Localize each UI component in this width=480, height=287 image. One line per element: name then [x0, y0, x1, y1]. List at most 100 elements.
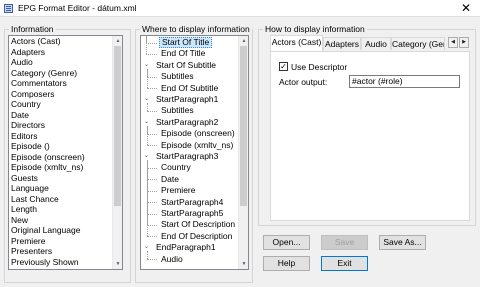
- actor-output-label: Actor output:: [279, 77, 328, 87]
- information-group-label: Information: [9, 24, 56, 34]
- tree-item[interactable]: End Of Title: [159, 48, 207, 59]
- list-item[interactable]: Language: [9, 183, 122, 194]
- list-item[interactable]: Editors: [9, 131, 122, 142]
- tree-item[interactable]: StartParagraph4: [159, 197, 225, 208]
- scroll-down-icon[interactable]: ▼: [113, 259, 122, 269]
- tab-actors-cast[interactable]: Actors (Cast): [270, 35, 323, 51]
- list-item[interactable]: Adapters: [9, 47, 122, 58]
- tree-item[interactable]: Subtitles: [159, 105, 196, 116]
- tree-connector: [147, 110, 157, 112]
- tree-connector: [147, 167, 157, 169]
- tree-item[interactable]: Start Of Title: [159, 37, 213, 48]
- tab-audio[interactable]: Audio: [361, 37, 391, 50]
- scroll-thumb[interactable]: [114, 46, 121, 206]
- app-icon: [4, 4, 13, 13]
- scroll-up-icon[interactable]: ▲: [239, 36, 248, 46]
- tree-item[interactable]: EndParagraph1: [154, 242, 218, 253]
- actors-tab-panel: ✓ Use Descriptor Actor output: #actor (#…: [270, 51, 470, 221]
- tree-connector: [146, 42, 157, 44]
- save-button[interactable]: Save: [321, 235, 368, 250]
- actor-output-field[interactable]: #actor (#role): [349, 75, 460, 88]
- tree-connector: [147, 190, 157, 192]
- list-item[interactable]: Presenters: [9, 246, 122, 257]
- tree-connector: [147, 145, 157, 147]
- exit-button[interactable]: Exit: [321, 256, 368, 271]
- list-item[interactable]: Original Language: [9, 225, 122, 236]
- list-item[interactable]: Category (Genre): [9, 68, 122, 79]
- list-item[interactable]: Date: [9, 110, 122, 121]
- open-button[interactable]: Open...: [263, 235, 310, 250]
- tree-item[interactable]: End Of Subtitle: [159, 83, 220, 94]
- list-item[interactable]: Last Chance: [9, 194, 122, 205]
- tree-connector: [147, 259, 157, 261]
- title-bar: EPG Format Editor - dátum.xml ✕: [0, 0, 480, 17]
- list-item[interactable]: Episode (xmltv_ns): [9, 162, 122, 173]
- tree-item[interactable]: Episode (onscreen): [159, 128, 237, 139]
- list-item[interactable]: Previously Shown: [9, 257, 122, 268]
- list-item[interactable]: Premiere: [9, 236, 122, 247]
- collapse-chevron-icon[interactable]: ⌄: [144, 62, 150, 68]
- tree-connector: [147, 224, 157, 226]
- use-descriptor-label[interactable]: Use Descriptor: [291, 62, 347, 72]
- tree-item[interactable]: Country: [159, 162, 193, 173]
- information-listbox[interactable]: Actors (Cast) Adapters Audio Category (Genr…: [8, 35, 123, 270]
- checkmark-icon: ✓: [280, 62, 287, 71]
- tab-category-genre[interactable]: Category (Genre): [391, 37, 445, 50]
- tree-item[interactable]: StartParagraph2: [154, 117, 220, 128]
- tree-item[interactable]: StartParagraph5: [159, 208, 225, 219]
- tab-scroll-right-icon[interactable]: ▶: [459, 37, 469, 48]
- collapse-chevron-icon[interactable]: ⌄: [144, 244, 150, 250]
- tree-item[interactable]: Subtitles: [159, 71, 196, 82]
- list-item[interactable]: Episode (): [9, 141, 122, 152]
- tree-connector: [147, 76, 157, 78]
- tree-connector: [147, 103, 148, 111]
- tree-item[interactable]: Episode (xmltv_ns): [159, 140, 235, 151]
- tree-item[interactable]: StartParagraph1: [154, 94, 220, 105]
- tree-item[interactable]: End Of Description: [159, 231, 234, 242]
- tree-connector: [147, 160, 148, 237]
- tree-connector: [146, 53, 157, 55]
- window-title: EPG Format Editor - dátum.xml: [18, 3, 137, 13]
- where-scrollbar[interactable]: ▲ ▼: [238, 36, 248, 269]
- tree-item[interactable]: Start Of Subtitle: [154, 60, 218, 71]
- list-item[interactable]: Guests: [9, 173, 122, 184]
- close-button[interactable]: ✕: [452, 0, 480, 17]
- tree-connector: [147, 179, 157, 181]
- scroll-down-icon[interactable]: ▼: [239, 259, 248, 269]
- tree-connector: [147, 88, 157, 90]
- tree-connector: [147, 213, 157, 215]
- collapse-chevron-icon[interactable]: ⌄: [144, 119, 150, 125]
- tree-item[interactable]: Date: [159, 174, 181, 185]
- tab-scroll-left-icon[interactable]: ◀: [448, 37, 458, 48]
- list-item[interactable]: Commentators: [9, 78, 122, 89]
- tree-connector: [146, 36, 147, 54]
- collapse-chevron-icon[interactable]: ⌄: [144, 153, 150, 159]
- tree-item[interactable]: StartParagraph3: [154, 151, 220, 162]
- tree-item[interactable]: Audio: [159, 254, 185, 265]
- information-scrollbar[interactable]: ▲ ▼: [112, 36, 122, 269]
- list-item[interactable]: Length: [9, 204, 122, 215]
- save-as-button[interactable]: Save As...: [379, 235, 426, 250]
- list-item[interactable]: Episode (onscreen): [9, 152, 122, 163]
- scroll-up-icon[interactable]: ▲: [113, 36, 122, 46]
- list-item[interactable]: Audio: [9, 57, 122, 68]
- where-treeview[interactable]: Start Of Title End Of Title ⌄ Start Of Subt…: [140, 35, 249, 270]
- scroll-thumb[interactable]: [240, 46, 247, 206]
- list-item[interactable]: Country: [9, 99, 122, 110]
- collapse-chevron-icon[interactable]: ⌄: [144, 96, 150, 102]
- list-item[interactable]: Directors: [9, 120, 122, 131]
- list-item[interactable]: New: [9, 215, 122, 226]
- tree-connector: [147, 251, 148, 260]
- tree-connector: [147, 125, 148, 146]
- tree-item[interactable]: Premiere: [159, 185, 197, 196]
- use-descriptor-checkbox[interactable]: ✓: [279, 62, 288, 71]
- tree-item[interactable]: Start Of Description: [159, 219, 237, 230]
- help-button[interactable]: Help: [263, 256, 310, 271]
- how-tabs: Actors (Cast) Adapters Audio Category (G…: [270, 35, 446, 51]
- tree-connector: [147, 133, 157, 135]
- tab-adapters[interactable]: Adapters: [323, 37, 361, 50]
- list-item[interactable]: Composers: [9, 89, 122, 100]
- list-item[interactable]: Actors (Cast): [9, 36, 122, 47]
- list-item[interactable]: Producers: [9, 267, 122, 269]
- how-group-label: How to display information: [263, 24, 367, 34]
